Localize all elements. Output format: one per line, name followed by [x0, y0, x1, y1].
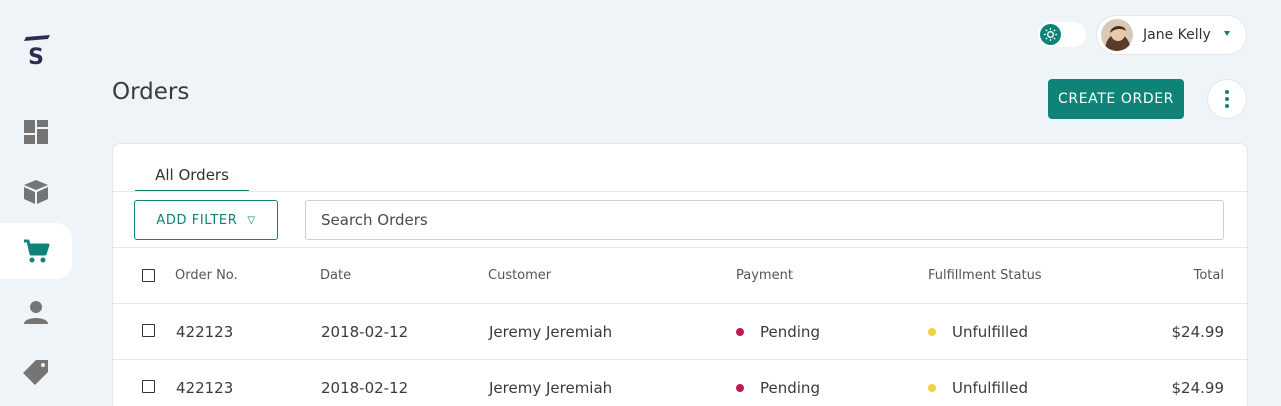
column-total[interactable]: Total — [1194, 268, 1224, 283]
payment-status-dot — [736, 384, 744, 392]
table-row[interactable]: 422123 2018-02-12 Jeremy Jeremiah Pendin… — [113, 304, 1247, 360]
customer-name: Jeremy Jeremiah — [489, 379, 613, 397]
row-checkbox[interactable] — [142, 380, 155, 393]
order-date: 2018-02-12 — [321, 379, 409, 397]
user-icon — [24, 301, 48, 324]
fulfillment-status: Unfulfilled — [952, 379, 1028, 397]
nav-discounts[interactable] — [0, 344, 72, 400]
column-customer[interactable]: Customer — [488, 268, 551, 283]
cart-icon — [24, 239, 50, 263]
create-order-button[interactable]: CREATE ORDER — [1048, 79, 1184, 119]
table-row[interactable]: 422123 2018-02-12 Jeremy Jeremiah Pendin… — [113, 360, 1247, 406]
page-title: Orders — [112, 79, 190, 105]
logo[interactable]: S — [20, 33, 52, 70]
fulfillment-status-dot — [928, 384, 936, 392]
search-input[interactable] — [305, 200, 1224, 240]
row-checkbox[interactable] — [142, 324, 155, 337]
nav-dashboard[interactable] — [0, 104, 72, 160]
logo-letter: S — [28, 45, 44, 69]
order-date: 2018-02-12 — [321, 323, 409, 341]
orders-card: All Orders ADD FILTER ▽ Order No. Date C… — [112, 143, 1248, 406]
table-header: Order No. Date Customer Payment Fulfillm… — [113, 248, 1247, 304]
triangle-down-icon: ▽ — [247, 214, 256, 226]
add-filter-label: ADD FILTER — [156, 212, 238, 228]
dashboard-icon — [24, 120, 48, 144]
caret-down-icon — [1224, 31, 1230, 36]
payment-status-dot — [736, 328, 744, 336]
column-date[interactable]: Date — [320, 268, 351, 283]
user-menu[interactable]: Jane Kelly — [1096, 15, 1247, 55]
order-number: 422123 — [176, 379, 234, 397]
sun-icon — [1040, 24, 1061, 45]
customer-name: Jeremy Jeremiah — [489, 323, 613, 341]
order-total: $24.99 — [1171, 379, 1225, 397]
add-filter-button[interactable]: ADD FILTER ▽ — [134, 200, 278, 240]
more-actions-button[interactable] — [1207, 79, 1247, 119]
column-order-no[interactable]: Order No. — [175, 268, 238, 283]
select-all-checkbox[interactable] — [142, 269, 155, 282]
fulfillment-status: Unfulfilled — [952, 323, 1028, 341]
order-number: 422123 — [176, 323, 234, 341]
avatar — [1101, 19, 1133, 51]
theme-toggle[interactable] — [1038, 22, 1086, 47]
tab-divider — [113, 191, 1247, 192]
nav-products[interactable] — [0, 164, 72, 220]
column-fulfillment[interactable]: Fulfillment Status — [928, 268, 1042, 283]
nav-orders[interactable] — [0, 223, 72, 279]
order-total: $24.99 — [1171, 323, 1225, 341]
sidebar: S — [0, 0, 72, 406]
package-icon — [24, 180, 48, 204]
tag-icon — [23, 360, 48, 385]
more-vertical-icon — [1225, 90, 1229, 108]
payment-status: Pending — [760, 323, 820, 341]
nav-customers[interactable] — [0, 284, 72, 340]
payment-status: Pending — [760, 379, 820, 397]
fulfillment-status-dot — [928, 328, 936, 336]
tab-all-orders[interactable]: All Orders — [135, 166, 249, 192]
column-payment[interactable]: Payment — [736, 268, 793, 283]
user-name: Jane Kelly — [1143, 27, 1211, 43]
